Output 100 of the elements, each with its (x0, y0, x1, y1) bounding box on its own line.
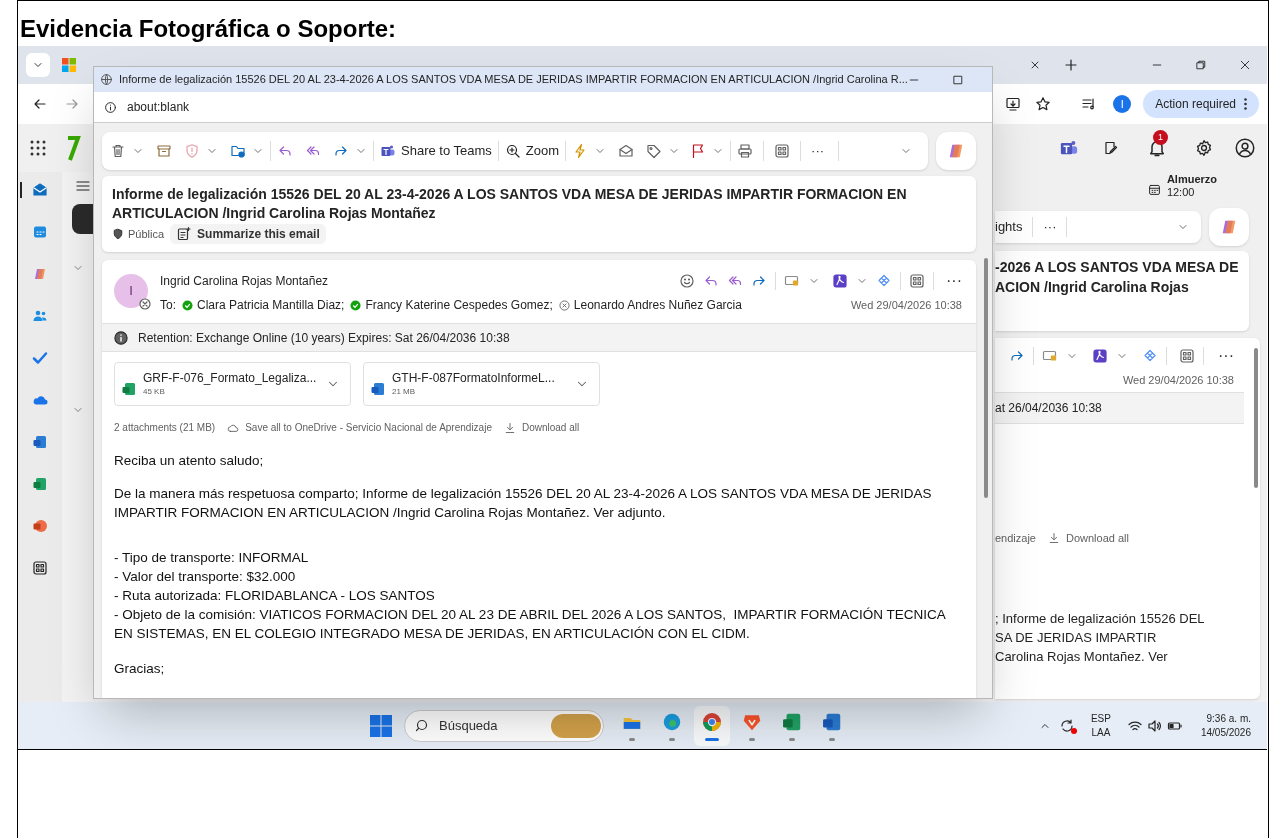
apps-icon[interactable] (774, 143, 791, 159)
bookmark-star-icon[interactable] (1035, 96, 1052, 112)
move-folder-icon[interactable] (230, 143, 246, 159)
shield-icon (112, 228, 124, 240)
new-mail-button[interactable] (71, 204, 94, 234)
download-all-link[interactable]: Download all (521, 420, 580, 435)
loop-icon[interactable] (876, 273, 892, 289)
settings-icon[interactable] (1195, 139, 1213, 157)
summarize-icon (176, 226, 193, 242)
download-icon[interactable] (503, 421, 516, 434)
attachment-name: GTH-F-087FormatoInformeL... (392, 370, 556, 386)
keyboard-layout[interactable]: LAA (1091, 726, 1111, 740)
reminder-time: 12:00 (1166, 186, 1196, 199)
delete-icon[interactable] (110, 143, 126, 159)
zoom-button[interactable]: Zoom (504, 141, 560, 161)
save-link[interactable]: endizaje (995, 530, 1036, 547)
save-all-link[interactable]: Save all to OneDrive - Servicio Nacional de Aprendizaje (245, 420, 492, 435)
notes-icon[interactable] (1103, 140, 1119, 156)
recipient-name[interactable]: Francy Katerine Cespedes Gomez; (365, 296, 553, 314)
presence-status-icon (558, 299, 570, 311)
apps-icon[interactable] (1179, 348, 1195, 364)
download-icon[interactable] (1048, 532, 1060, 545)
toolbar-button-label[interactable]: ights (995, 217, 1023, 237)
profile-avatar[interactable]: I (1113, 95, 1132, 113)
print-icon[interactable] (737, 143, 754, 159)
edge-icon (661, 711, 683, 733)
more-button[interactable]: ··· (1218, 344, 1234, 368)
emoji-icon[interactable] (679, 273, 695, 289)
attachment-card[interactable]: GRF-F-076_Formato_Legaliza... 45 KB (114, 362, 351, 406)
envelope-icon[interactable] (618, 143, 635, 159)
todo-app-icon[interactable] (32, 350, 48, 366)
recipient-name[interactable]: Leonardo Andres Nuñez Garcia (573, 296, 742, 314)
search-highlight-image (551, 714, 601, 738)
share-to-teams-button[interactable]: Share to Teams (380, 141, 492, 161)
install-app-icon[interactable] (1005, 96, 1022, 112)
archive-icon[interactable] (156, 143, 172, 159)
close-icon[interactable] (1239, 59, 1251, 71)
more-button[interactable]: ··· (1033, 217, 1067, 237)
sensitivity-label[interactable]: Pública (128, 225, 165, 243)
download-all-link[interactable]: Download all (1066, 530, 1129, 547)
mail-app-icon[interactable] (32, 182, 48, 198)
calendar-app-icon[interactable] (32, 224, 48, 240)
more-button[interactable]: ··· (946, 269, 962, 293)
more-button[interactable]: ··· (811, 141, 825, 161)
mail-tag-icon[interactable] (1042, 348, 1058, 364)
person-icon[interactable] (1235, 138, 1255, 158)
sync-icon[interactable] (1058, 718, 1075, 734)
presence-status-icon (182, 299, 193, 311)
plus-icon[interactable] (1063, 57, 1079, 73)
copilot-button[interactable] (1209, 208, 1249, 246)
people-app-icon[interactable] (32, 308, 48, 324)
word-icon (821, 711, 843, 733)
menu-icon[interactable] (74, 178, 91, 194)
word-app-icon[interactable] (32, 434, 48, 450)
loop-icon[interactable] (1142, 348, 1158, 364)
maximize-icon[interactable] (951, 73, 964, 86)
app-launcher-icon[interactable] (30, 140, 46, 156)
body-text: ; Informe de legalización 15526 DEL (995, 609, 1205, 628)
taskbar-app-button[interactable] (694, 706, 730, 746)
summarize-button[interactable]: Summarize this email (170, 224, 326, 244)
copilot-button[interactable] (936, 132, 976, 170)
document-heading: Evidencia Fotográfica o Soporte: (19, 14, 398, 44)
close-icon[interactable] (1029, 59, 1041, 71)
pdf-icon[interactable] (832, 273, 848, 289)
attachment-size: 21 MB (392, 386, 417, 398)
language-indicator[interactable]: ESP (1090, 712, 1111, 726)
presence-status-icon (350, 299, 362, 311)
apps-app-icon[interactable] (32, 560, 48, 576)
clock-time[interactable]: 9:36 a. m. (1206, 712, 1251, 726)
address-bar[interactable]: about:blank (94, 92, 992, 123)
action-required-button[interactable]: Action required (1143, 90, 1259, 118)
email-subject: Informe de legalización 15526 DEL 20 AL 23-4-2026 A LOS SANTOS VDA MESA DE JERIDAS IMPARTIR FORMACION EN ARTICULACION /Ingrid Carolina Rojas Montañez (112, 185, 908, 223)
pdf-icon[interactable] (1092, 348, 1108, 364)
closing-text: Gracias; (114, 660, 166, 678)
taskbar-search-field[interactable]: Búsqueda (404, 710, 604, 742)
excel-app-icon[interactable] (32, 476, 48, 492)
speaker-icon[interactable] (1146, 718, 1163, 734)
tag-icon[interactable] (646, 143, 663, 159)
address-text: about:blank (127, 99, 190, 116)
copilot-app-icon[interactable] (32, 266, 48, 282)
attachment-card[interactable]: GTH-F-087FormatoInformeL... 21 MB (363, 362, 600, 406)
zoom-icon (504, 143, 521, 159)
chrome-icon (701, 711, 723, 733)
apps-icon[interactable] (909, 273, 925, 289)
body-text: Carolina Rojas Montañez. Ver (995, 647, 1168, 666)
recipient-name[interactable]: Clara Patricia Mantilla Diaz; (197, 296, 345, 314)
body-text: SA DE JERIDAS IMPARTIR (995, 628, 1157, 647)
sender-avatar: I (114, 274, 148, 308)
clock-date[interactable]: 14/05/2026 (1200, 726, 1251, 740)
sender-name[interactable]: Ingrid Carolina Rojas Montañez (160, 272, 329, 290)
intro-paragraph: De la manera más respetuosa comparto; Informe de legalización 15526 DEL 20 AL 23-4-2026 A LOS SANTOS VDA MESA DE JERIDAS IMPARTIR FORMACION EN ARTICULACION /Ingrid Carolina Rojas Montañez. Ver adjunto. (114, 485, 933, 522)
info-icon (104, 100, 117, 114)
windows-start-icon[interactable] (370, 715, 392, 737)
message-date: Wed 29/04/2026 10:38 (850, 297, 962, 313)
detail-line: - Ruta autorizada: FLORIDABLANCA - LOS SANTOS (114, 587, 436, 605)
powerpoint-app-icon[interactable] (32, 518, 48, 534)
restore-icon[interactable] (1195, 59, 1207, 71)
mail-tag-icon[interactable] (784, 273, 800, 289)
notification-badge: 1 (1153, 130, 1168, 145)
message-date: Wed 29/04/2026 10:38 (1122, 372, 1234, 388)
